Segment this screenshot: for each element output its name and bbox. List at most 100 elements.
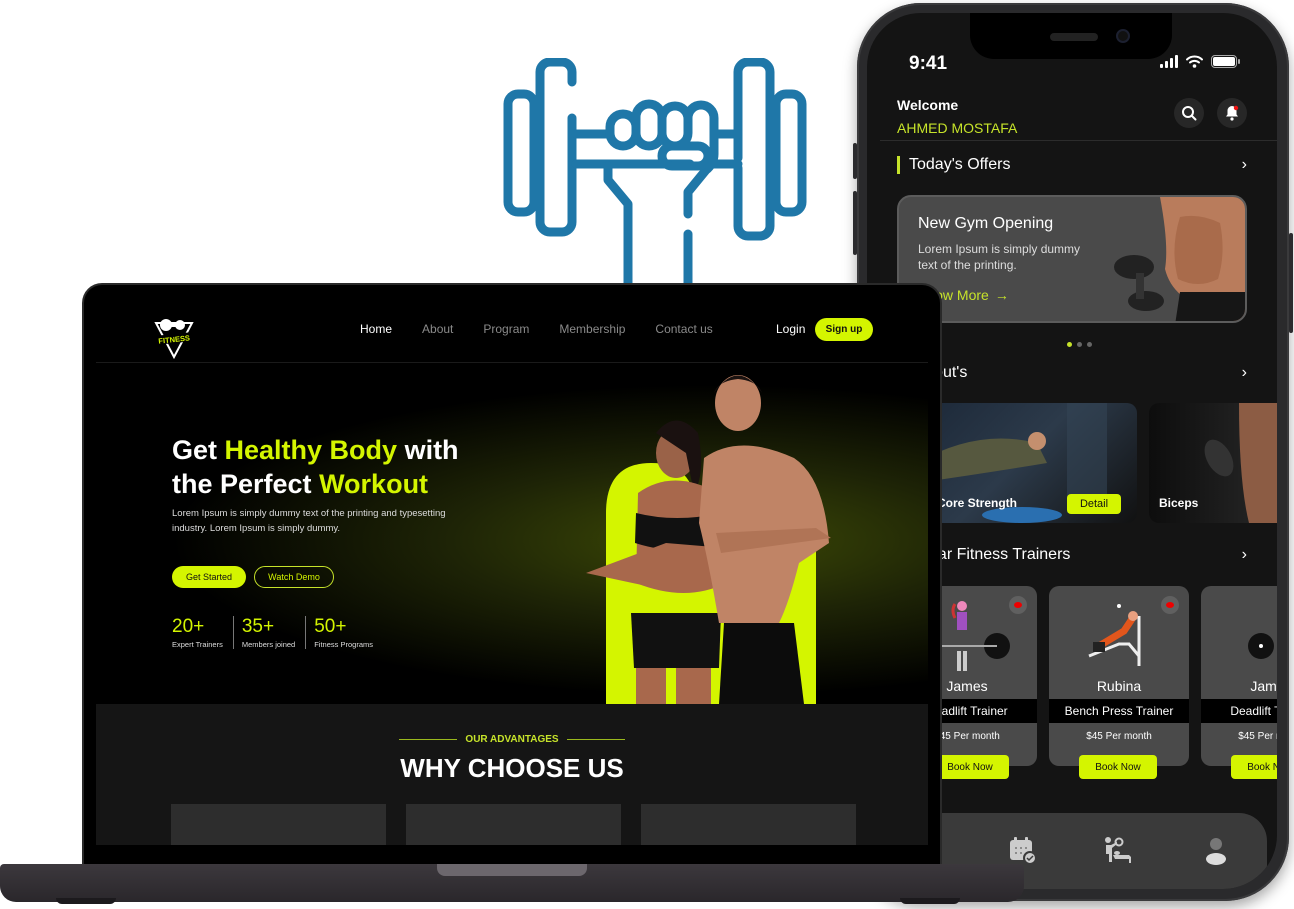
hero-title-text: the Perfect bbox=[172, 469, 320, 499]
workout-card[interactable]: Biceps bbox=[1149, 403, 1277, 523]
stat-value: 20+ bbox=[172, 616, 205, 637]
trainer-name: Rubina bbox=[1096, 678, 1142, 694]
trainer-role: Deadlift Trainer bbox=[1201, 699, 1277, 723]
carousel-dot[interactable] bbox=[1087, 342, 1092, 347]
stat-item: 50+ Fitness Programs bbox=[314, 616, 383, 649]
trainer-price: $45 Per month bbox=[1238, 731, 1277, 742]
watch-demo-button[interactable]: Watch Demo bbox=[254, 566, 334, 588]
phone-side-button bbox=[1289, 233, 1293, 333]
nav-item-home[interactable]: Home bbox=[360, 322, 392, 336]
trainer-name: James bbox=[1250, 678, 1277, 694]
laptop-mockup: FITNESS Home About Program Membership Co… bbox=[82, 283, 942, 867]
nav-item-about[interactable]: About bbox=[422, 322, 453, 336]
advantages-kicker-text: OUR ADVANTAGES bbox=[465, 734, 559, 745]
advantage-card bbox=[406, 804, 621, 845]
logo-text: FITNESS bbox=[158, 333, 190, 345]
advantages-kicker: OUR ADVANTAGES bbox=[96, 734, 928, 745]
nav-links: Home About Program Membership Contact us bbox=[360, 322, 743, 336]
login-link[interactable]: Login bbox=[776, 322, 805, 336]
advantages-section: OUR ADVANTAGES WHY CHOOSE US bbox=[96, 704, 928, 845]
stat-label: Fitness Programs bbox=[314, 640, 373, 649]
stat-value: 35+ bbox=[241, 616, 275, 637]
status-icons bbox=[1160, 55, 1240, 68]
phone-side-button bbox=[853, 143, 857, 179]
offer-card[interactable]: New Gym Opening Lorem Ipsum is simply du… bbox=[897, 195, 1247, 323]
chevron-right-icon[interactable]: › bbox=[1242, 156, 1247, 174]
hero-title-highlight: Workout bbox=[319, 469, 429, 499]
hero-title-text: Get bbox=[172, 435, 225, 465]
chevron-right-icon[interactable]: › bbox=[1242, 546, 1247, 564]
welcome-label: Welcome bbox=[897, 97, 959, 113]
hero-section: Get Healthy Body with the Perfect Workou… bbox=[96, 363, 928, 704]
phone-notch bbox=[970, 13, 1172, 59]
detail-button[interactable]: Detail bbox=[1067, 494, 1121, 514]
accent-bar bbox=[897, 156, 900, 174]
trainer-bench-icon[interactable] bbox=[1103, 835, 1133, 865]
arrow-right-icon: → bbox=[994, 287, 1009, 303]
deadlift-illustration bbox=[1248, 633, 1274, 659]
dumbbell-fist-icon bbox=[503, 58, 807, 289]
stat-label: Members joined bbox=[241, 640, 296, 649]
cellular-signal-icon bbox=[1160, 55, 1178, 68]
hero-description: Lorem Ipsum is simply dummy text of the … bbox=[172, 508, 446, 534]
bell-icon bbox=[1226, 105, 1239, 121]
signup-button[interactable]: Sign up bbox=[815, 318, 873, 341]
stat-item: 35+ Members joined bbox=[241, 616, 307, 649]
nav-item-membership[interactable]: Membership bbox=[559, 322, 625, 336]
nav-item-contact[interactable]: Contact us bbox=[655, 322, 712, 336]
book-now-button[interactable]: Book Now bbox=[931, 755, 1009, 779]
trainer-role: Bench Press Trainer bbox=[1049, 699, 1189, 723]
trainer-price: $45 Per month bbox=[1086, 731, 1152, 742]
profile-icon[interactable] bbox=[1201, 835, 1231, 865]
trainer-card[interactable]: James Deadlift Trainer $45 Per month bbox=[1201, 586, 1277, 766]
website-screen: FITNESS Home About Program Membership Co… bbox=[96, 297, 928, 845]
kicker-line bbox=[399, 739, 458, 740]
user-name: AHMED MOSTAFA bbox=[897, 120, 1018, 136]
search-button[interactable] bbox=[1174, 98, 1204, 128]
offer-description: Lorem Ipsum is simply dummy text of the … bbox=[918, 242, 1081, 272]
laptop-trackpad-notch bbox=[437, 864, 587, 876]
kicker-line bbox=[566, 739, 625, 740]
hero-title-highlight: Healthy Body bbox=[224, 435, 398, 465]
book-now-button[interactable]: Book Now bbox=[1079, 755, 1157, 779]
offer-athlete-image bbox=[1114, 197, 1245, 321]
notifications-button[interactable] bbox=[1217, 98, 1247, 128]
chevron-right-icon[interactable]: › bbox=[1242, 364, 1247, 382]
stat-item: 20+ Expert Trainers bbox=[172, 616, 234, 649]
carousel-dot[interactable] bbox=[1077, 342, 1082, 347]
fitness-logo[interactable]: FITNESS bbox=[152, 315, 196, 359]
book-now-button[interactable]: Book Now bbox=[1231, 755, 1277, 779]
front-camera bbox=[1116, 29, 1130, 43]
advantage-card bbox=[641, 804, 856, 845]
get-started-button[interactable]: Get Started bbox=[172, 566, 246, 588]
battery-icon bbox=[1211, 55, 1240, 68]
wifi-icon bbox=[1186, 55, 1203, 68]
carousel-dot-active[interactable] bbox=[1067, 342, 1072, 347]
bench-press-illustration bbox=[1088, 604, 1141, 666]
offer-title: New Gym Opening bbox=[918, 215, 1054, 232]
calendar-check-icon[interactable] bbox=[1007, 835, 1037, 865]
header-divider bbox=[880, 140, 1277, 141]
workout-label: Biceps bbox=[1159, 496, 1199, 510]
status-time: 9:41 bbox=[909, 53, 948, 74]
offers-section-title: Today's Offers bbox=[909, 156, 1011, 174]
hero-title-text: with bbox=[397, 435, 459, 465]
offers-carousel-dots[interactable] bbox=[1067, 342, 1092, 347]
hero-title: Get Healthy Body with the Perfect Workou… bbox=[172, 433, 459, 501]
site-navbar: FITNESS Home About Program Membership Co… bbox=[96, 297, 928, 363]
trainers-section-header[interactable]: Popular Fitness Trainers › bbox=[897, 546, 1247, 564]
search-icon bbox=[1182, 106, 1197, 121]
hero-stats: 20+ Expert Trainers 35+ Members joined 5… bbox=[172, 616, 391, 649]
laptop-foot bbox=[900, 898, 960, 904]
advantages-title: WHY CHOOSE US bbox=[400, 753, 624, 783]
hero-athletes-image bbox=[586, 375, 831, 704]
stat-value: 50+ bbox=[314, 616, 347, 637]
stat-label: Expert Trainers bbox=[172, 640, 223, 649]
workouts-section-header[interactable]: Workout's › bbox=[897, 364, 1247, 382]
offers-section-header[interactable]: Today's Offers › bbox=[897, 156, 1247, 174]
trainer-card[interactable]: Rubina Bench Press Trainer $45 Per month bbox=[1049, 586, 1189, 766]
speaker bbox=[1050, 33, 1098, 41]
nav-item-program[interactable]: Program bbox=[483, 322, 529, 336]
phone-side-button bbox=[853, 191, 857, 255]
laptop-foot bbox=[56, 898, 116, 904]
